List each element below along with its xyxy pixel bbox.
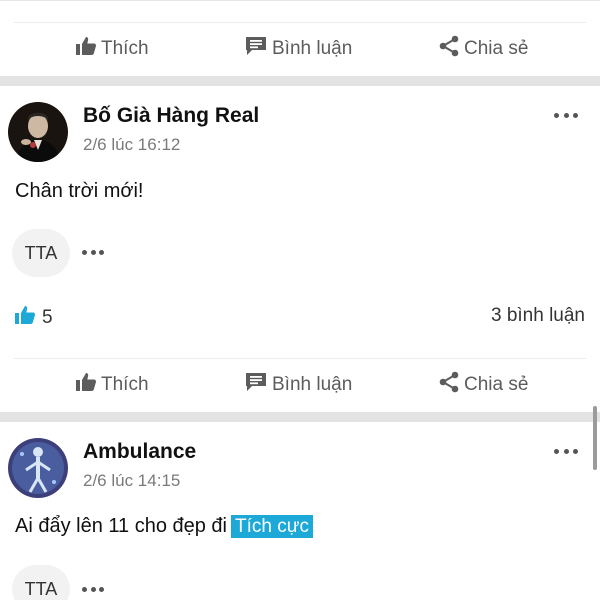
share-label: Chia sẻ <box>464 374 529 395</box>
sentiment-tag[interactable]: Tích cực <box>231 515 313 538</box>
comment-button[interactable]: Bình luận <box>244 370 352 400</box>
post-divider <box>0 412 600 422</box>
post-divider <box>0 76 600 86</box>
more-options-icon[interactable] <box>554 108 578 122</box>
like-count-value: 5 <box>42 307 53 328</box>
post-content: Chân trời mới! <box>15 180 144 202</box>
avatar[interactable] <box>8 102 68 162</box>
like-label: Thích <box>101 38 149 59</box>
scrollbar[interactable] <box>593 406 597 470</box>
like-button[interactable]: Thích <box>75 370 149 400</box>
comment-count[interactable]: 3 bình luận <box>491 305 585 327</box>
reactor-badge[interactable]: TTA <box>12 565 70 600</box>
comment-button[interactable]: Bình luận <box>244 34 352 64</box>
comment-label: Bình luận <box>272 38 353 59</box>
thumbs-up-icon <box>14 305 42 331</box>
post-action-bar: Thích Bình luận Chia sẻ <box>0 358 600 412</box>
feed-post: Bố Già Hàng Real 2/6 lúc 16:12 Chân trời… <box>0 86 600 346</box>
share-icon <box>438 35 464 63</box>
thumbs-up-icon <box>75 372 101 398</box>
share-icon <box>438 371 464 399</box>
post-timestamp: 2/6 lúc 16:12 <box>83 135 181 154</box>
comment-icon <box>244 372 272 398</box>
post-content-text: Ai đẩy lên 11 cho đẹp đi <box>15 515 228 537</box>
like-label: Thích <box>101 374 149 395</box>
more-reactors-icon[interactable] <box>82 249 104 255</box>
post-author[interactable]: Ambulance <box>83 440 196 464</box>
post-author[interactable]: Bố Già Hàng Real <box>83 104 259 128</box>
avatar[interactable] <box>8 438 68 498</box>
feed-top-edge <box>0 0 600 4</box>
comment-icon <box>244 36 272 62</box>
post-content: Ai đẩy lên 11 cho đẹp đi Tích cực <box>15 515 313 538</box>
like-button[interactable]: Thích <box>75 34 149 64</box>
more-reactors-icon[interactable] <box>82 586 104 592</box>
like-count[interactable]: 5 <box>14 305 53 331</box>
share-button[interactable]: Chia sẻ <box>438 370 528 400</box>
share-label: Chia sẻ <box>464 38 529 59</box>
comment-label: Bình luận <box>272 374 353 395</box>
thumbs-up-icon <box>75 36 101 62</box>
share-button[interactable]: Chia sẻ <box>438 34 528 64</box>
action-bar-separator <box>14 358 586 359</box>
feed-post: Ambulance 2/6 lúc 14:15 Ai đẩy lên 11 ch… <box>0 422 600 600</box>
post-action-bar: Thích Bình luận Chia sẻ <box>0 22 600 76</box>
reactor-badge[interactable]: TTA <box>12 229 70 277</box>
more-options-icon[interactable] <box>554 444 578 458</box>
post-timestamp: 2/6 lúc 14:15 <box>83 471 181 490</box>
action-bar-separator <box>14 22 586 23</box>
